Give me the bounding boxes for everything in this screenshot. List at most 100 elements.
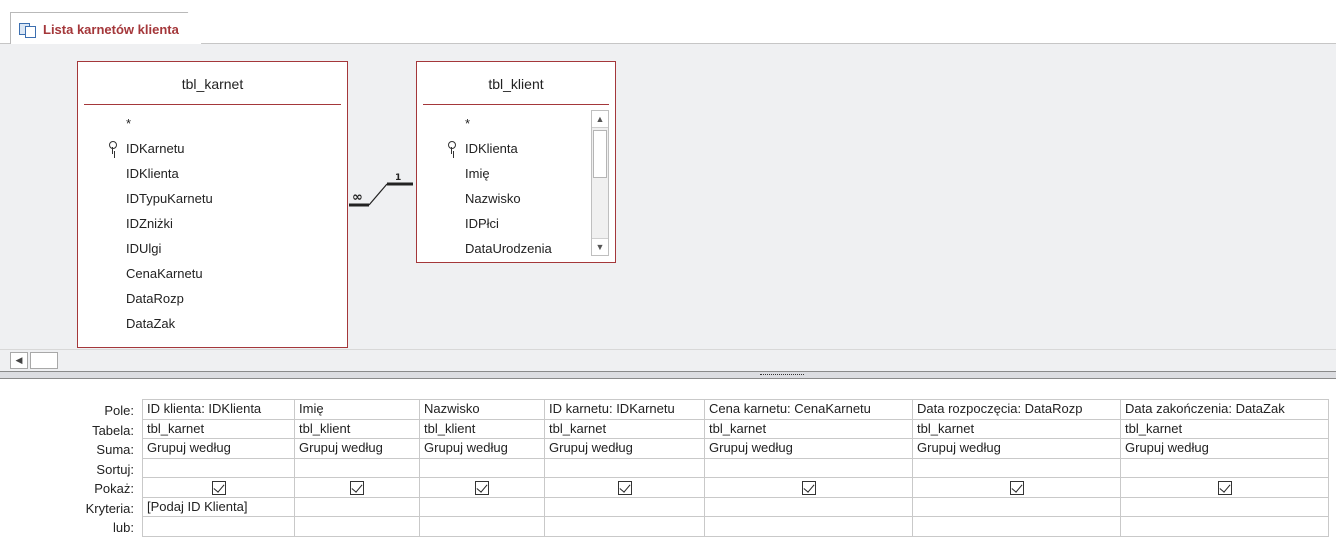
show-cell[interactable]: [912, 477, 1121, 498]
show-checkbox[interactable]: [617, 480, 632, 495]
sort-cell[interactable]: [704, 457, 913, 478]
field-cell[interactable]: Nazwisko: [419, 399, 545, 420]
total-cell[interactable]: Grupuj według: [912, 438, 1121, 459]
vertical-scrollbar[interactable]: ▲ ▼: [591, 110, 609, 256]
field-label: DataUrodzenia: [465, 241, 552, 256]
field-cell[interactable]: Imię: [294, 399, 420, 420]
show-checkbox[interactable]: [1217, 480, 1232, 495]
show-cell[interactable]: [544, 477, 705, 498]
show-checkbox[interactable]: [1009, 480, 1024, 495]
table-box-tbl-klient[interactable]: tbl_klient * IDKlienta Imię Nazwisko IDPłci…: [416, 61, 616, 263]
criteria-cell[interactable]: [294, 496, 420, 517]
sort-cell[interactable]: [544, 457, 705, 478]
or-cell[interactable]: [294, 516, 420, 537]
show-cell[interactable]: [1120, 477, 1329, 498]
field-item[interactable]: DataZak: [78, 311, 347, 336]
table-cell[interactable]: tbl_karnet: [544, 418, 705, 439]
total-cell[interactable]: Grupuj według: [419, 438, 545, 459]
show-checkbox[interactable]: [350, 480, 364, 495]
field-item[interactable]: IDKlienta: [417, 136, 615, 161]
or-cell[interactable]: [544, 516, 705, 537]
grid-row: tbl_karnet tbl_klient tbl_klient tbl_karnet…: [142, 418, 1329, 439]
field-item[interactable]: IDKlienta: [78, 161, 347, 186]
show-cell[interactable]: [294, 477, 420, 498]
sort-cell[interactable]: [1120, 457, 1329, 478]
field-cell[interactable]: ID karnetu: IDKarnetu: [544, 399, 705, 420]
field-item[interactable]: Imię: [417, 161, 615, 186]
show-checkbox[interactable]: [801, 480, 816, 495]
field-item[interactable]: IDUlgi: [78, 236, 347, 261]
field-item[interactable]: Nazwisko: [417, 186, 615, 211]
or-cell[interactable]: [912, 516, 1121, 537]
criteria-cell[interactable]: [1120, 496, 1329, 517]
scroll-down-icon[interactable]: ▼: [592, 238, 608, 255]
scroll-thumb[interactable]: [30, 352, 58, 369]
total-cell[interactable]: Grupuj według: [1120, 438, 1329, 459]
criteria-cell[interactable]: [912, 496, 1121, 517]
table-cell[interactable]: tbl_klient: [419, 418, 545, 439]
scroll-left-icon[interactable]: ◀: [10, 352, 28, 369]
grid-row: ID klienta: IDKlienta Imię Nazwisko ID karn…: [142, 399, 1329, 420]
table-cell[interactable]: tbl_karnet: [704, 418, 913, 439]
sort-cell[interactable]: [419, 457, 545, 478]
or-cell[interactable]: [419, 516, 545, 537]
field-cell[interactable]: Data zakończenia: DataZak: [1120, 399, 1329, 420]
table-box-tbl-karnet[interactable]: tbl_karnet * IDKarnetu IDKlienta IDTypuKar…: [77, 61, 348, 348]
criteria-cell[interactable]: [704, 496, 913, 517]
field-cell[interactable]: Data rozpoczęcia: DataRozp: [912, 399, 1121, 420]
splitter-grip-icon[interactable]: [760, 374, 804, 376]
table-cell[interactable]: tbl_karnet: [912, 418, 1121, 439]
one-side-label: 1: [395, 173, 401, 183]
tab-query[interactable]: Lista karnetów klienta: [10, 12, 202, 45]
relationship-line[interactable]: ∞ 1: [345, 164, 417, 220]
row-labels: Pole: Tabela: Suma: Sortuj: Pokaż: Kryteria: l…: [0, 401, 138, 538]
total-cell[interactable]: Grupuj według: [704, 438, 913, 459]
show-cell[interactable]: [704, 477, 913, 498]
show-checkbox[interactable]: [475, 480, 489, 495]
field-all[interactable]: *: [417, 111, 615, 136]
field-label: IDKlienta: [465, 141, 518, 156]
field-item[interactable]: DataRozp: [78, 286, 347, 311]
total-cell[interactable]: Grupuj według: [544, 438, 705, 459]
or-cell[interactable]: [1120, 516, 1329, 537]
field-label: Nazwisko: [465, 191, 521, 206]
sort-cell[interactable]: [294, 457, 420, 478]
table-cell[interactable]: tbl_klient: [294, 418, 420, 439]
design-horizontal-scrollbar[interactable]: ◀: [0, 349, 1336, 371]
field-label: IDUlgi: [126, 241, 162, 256]
total-cell[interactable]: Grupuj według: [142, 438, 295, 459]
grid-row: [142, 477, 1329, 498]
criteria-cell[interactable]: [Podaj ID Klienta]: [142, 496, 295, 517]
field-item[interactable]: IDZniżki: [78, 211, 347, 236]
scroll-up-icon[interactable]: ▲: [592, 111, 608, 128]
field-list: * IDKarnetu IDKlienta IDTypuKarnetu IDZniżk…: [78, 105, 347, 336]
field-item[interactable]: CenaKarnetu: [78, 261, 347, 286]
or-cell[interactable]: [704, 516, 913, 537]
field-label: IDTypuKarnetu: [126, 191, 213, 206]
field-item[interactable]: IDTypuKarnetu: [78, 186, 347, 211]
field-cell[interactable]: ID klienta: IDKlienta: [142, 399, 295, 420]
total-cell[interactable]: Grupuj według: [294, 438, 420, 459]
or-cell[interactable]: [142, 516, 295, 537]
field-item[interactable]: DataUrodzenia: [417, 236, 615, 261]
show-cell[interactable]: [142, 477, 295, 498]
pane-splitter[interactable]: [0, 371, 1336, 379]
show-cell[interactable]: [419, 477, 545, 498]
field-all[interactable]: *: [78, 111, 347, 136]
row-label: Sortuj:: [96, 461, 134, 477]
scroll-thumb[interactable]: [593, 130, 607, 178]
criteria-cell[interactable]: [419, 496, 545, 517]
row-label: Pokaż:: [94, 481, 134, 496]
show-checkbox[interactable]: [211, 480, 226, 495]
field-item[interactable]: IDPłci: [417, 211, 615, 236]
table-cell[interactable]: tbl_karnet: [1120, 418, 1329, 439]
query-design-area[interactable]: tbl_karnet * IDKarnetu IDKlienta IDTypuKar…: [0, 44, 1336, 349]
table-title[interactable]: tbl_klient: [423, 62, 609, 105]
sort-cell[interactable]: [142, 457, 295, 478]
field-item[interactable]: IDKarnetu: [78, 136, 347, 161]
field-cell[interactable]: Cena karnetu: CenaKarnetu: [704, 399, 913, 420]
criteria-cell[interactable]: [544, 496, 705, 517]
table-cell[interactable]: tbl_karnet: [142, 418, 295, 439]
sort-cell[interactable]: [912, 457, 1121, 478]
table-title[interactable]: tbl_karnet: [84, 62, 341, 105]
